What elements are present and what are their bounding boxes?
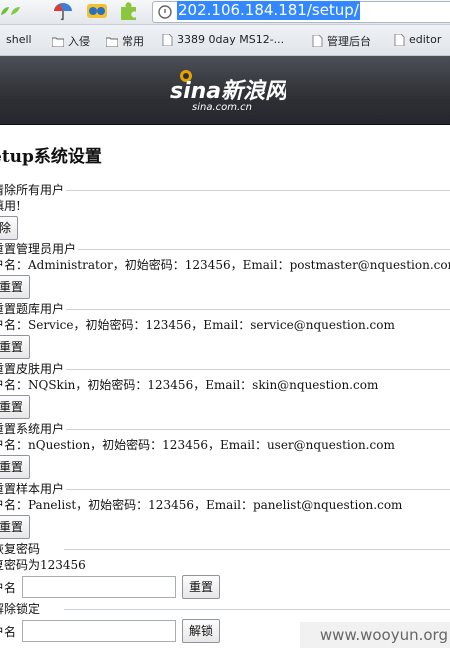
section-info: 户名：Panelist，初始密码：123456，Email：panelist@n… [0, 498, 403, 512]
logo-domain-text: sina.com.cn [192, 102, 252, 113]
bookmark-label: 3389 0day MS12-... [177, 33, 285, 46]
section-reset-panelist: 重置样本用户 户名：Panelist，初始密码：123456，Email：pan… [0, 482, 450, 539]
bookmark-label: 入侵 [68, 35, 90, 48]
section-legend: 重置系统用户 [0, 422, 67, 436]
bookmark-folder-changyong[interactable]: 常用 [106, 33, 144, 49]
fieldset-border [64, 249, 450, 250]
bookmark-folder-ruqin[interactable]: 入侵 [52, 33, 90, 49]
section-legend: 重置管理员用户 [0, 242, 79, 256]
glasses-icon[interactable] [86, 1, 108, 21]
fieldset-border [64, 309, 450, 310]
unlock-username-input[interactable] [22, 620, 176, 642]
section-info: 复密码为123456 [0, 558, 86, 572]
clear-users-button[interactable]: 除 [0, 216, 19, 240]
section-clear-users: 清除所有用户 慎用! 除 [0, 183, 450, 240]
reset-admin-button[interactable]: 重置 [0, 275, 31, 299]
bookmark-label: editor [409, 33, 442, 46]
bookmark-admin[interactable]: 管理后台 [312, 33, 371, 49]
page-icon [162, 33, 173, 46]
section-legend: 重置题库用户 [0, 302, 67, 316]
section-legend: 清除所有用户 [0, 183, 67, 197]
reset-system-button[interactable]: 重置 [0, 455, 31, 479]
bookmark-3389[interactable]: 3389 0day MS12-... [162, 33, 284, 46]
section-info: 户名：Administrator，初始密码：123456，Email：postm… [0, 258, 450, 272]
section-legend: 恢复密码 [0, 542, 43, 556]
username-label: 户名 [0, 624, 17, 639]
unlock-button[interactable]: 解锁 [182, 619, 221, 643]
section-reset-admin: 重置管理员用户 户名：Administrator，初始密码：123456，Ema… [0, 242, 450, 299]
fieldset-border [64, 549, 450, 550]
url-text[interactable]: 202.106.184.181/setup/ [177, 1, 360, 20]
restore-username-input[interactable] [22, 576, 176, 598]
browser-toolbar: 202.106.184.181/setup/ [0, 0, 450, 25]
page-title: etup系统设置 [0, 147, 102, 167]
section-restore-password: 恢复密码 复密码为123456 户名 重置 [0, 542, 450, 599]
umbrella-icon[interactable] [52, 1, 74, 21]
sina-logo[interactable]: sina新浪网 sina.com.cn [168, 68, 286, 114]
address-bar[interactable]: 202.106.184.181/setup/ [152, 1, 450, 23]
reset-panelist-button[interactable]: 重置 [0, 515, 31, 539]
page-icon [312, 35, 323, 47]
fieldset-border [64, 609, 450, 610]
section-legend: 解除锁定 [0, 602, 43, 616]
section-info: 户名：nQuestion，初始密码：123456，Email：user@nque… [0, 438, 395, 452]
page-icon [394, 33, 405, 46]
bookmarks-bar: shell 入侵 常用 3389 0day MS12-... 管理后台 edit… [0, 25, 450, 56]
section-info: 户名：Service，初始密码：123456，Email：service@nqu… [0, 318, 395, 332]
logo-main-text: sina新浪网 [170, 78, 286, 104]
fieldset-border [64, 190, 450, 191]
bookmark-label: 常用 [122, 35, 144, 48]
fieldset-border [64, 429, 450, 430]
restore-password-button[interactable]: 重置 [182, 575, 221, 599]
watermark: www.wooyun.org [300, 622, 450, 648]
bookmark-label: 管理后台 [327, 35, 371, 48]
site-header: sina新浪网 sina.com.cn [0, 56, 450, 125]
bookmark-editor[interactable]: editor [394, 33, 441, 46]
fieldset-border [64, 489, 450, 490]
reset-bank-button[interactable]: 重置 [0, 335, 31, 359]
section-info: 慎用! [0, 199, 21, 213]
site-info-icon[interactable] [158, 5, 172, 19]
section-legend: 重置皮肤用户 [0, 362, 67, 376]
folder-icon [106, 37, 118, 47]
section-reset-system: 重置系统用户 户名：nQuestion，初始密码：123456，Email：us… [0, 422, 450, 479]
bookmark-shell[interactable]: shell [6, 33, 32, 46]
section-info: 户名：NQSkin，初始密码：123456，Email：skin@nquesti… [0, 378, 379, 392]
reset-skin-button[interactable]: 重置 [0, 395, 31, 419]
section-reset-bank: 重置题库用户 户名：Service，初始密码：123456，Email：serv… [0, 302, 450, 359]
extension-leaf-icon[interactable] [0, 1, 22, 21]
bookmark-label: shell [6, 33, 32, 46]
section-legend: 重置样本用户 [0, 482, 67, 496]
section-reset-skin: 重置皮肤用户 户名：NQSkin，初始密码：123456，Email：skin@… [0, 362, 450, 419]
fieldset-border [64, 369, 450, 370]
username-label: 户名 [0, 580, 17, 595]
folder-icon [52, 37, 64, 47]
puzzle-icon[interactable] [118, 1, 140, 21]
